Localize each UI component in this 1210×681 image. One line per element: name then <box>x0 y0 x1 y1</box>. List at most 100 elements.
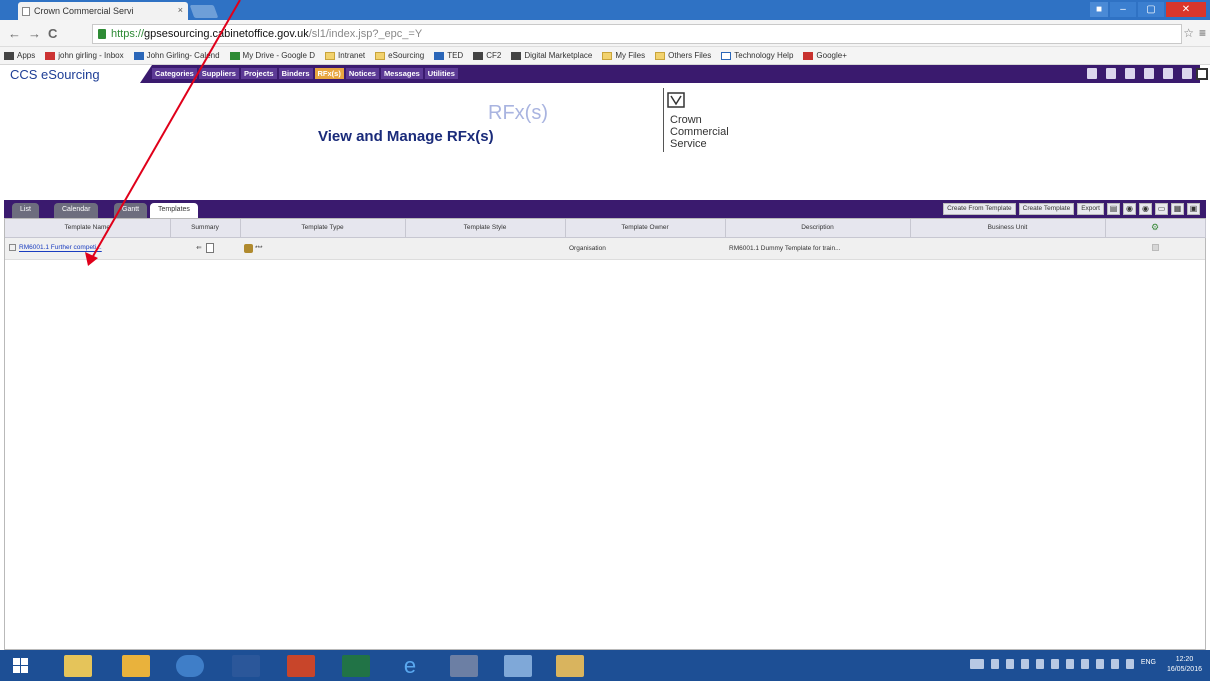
taskbar-clock[interactable]: 12:20 16/05/2016 <box>1167 655 1202 675</box>
bookmark-star-icon[interactable]: ☆ <box>1183 26 1194 40</box>
word-icon[interactable] <box>232 655 260 677</box>
create-template-button[interactable]: Create Template <box>1018 203 1075 215</box>
bookmark-digital-marketplace[interactable]: Digital Marketplace <box>511 51 592 60</box>
internet-explorer-icon[interactable]: e <box>396 655 424 677</box>
column-header-template-style[interactable]: Template Style <box>405 219 566 238</box>
column-header-template-owner[interactable]: Template Owner <box>565 219 726 238</box>
file-explorer-icon[interactable] <box>64 655 92 677</box>
bookmark-others-files[interactable]: Others Files <box>655 51 711 60</box>
export-button[interactable]: Export <box>1077 203 1104 215</box>
forward-arrow-icon[interactable]: → <box>28 26 41 41</box>
close-window-button[interactable]: ✕ <box>1166 2 1206 17</box>
address-row: ← → C https://gpsesourcing.cabinetoffice… <box>0 20 1210 47</box>
search-icon[interactable] <box>1087 68 1097 79</box>
bookmark-technology-help[interactable]: Technology Help <box>721 51 793 60</box>
bookmark-apps[interactable]: Apps <box>4 51 35 60</box>
cf2-icon <box>473 51 484 60</box>
new-tab-button[interactable] <box>189 5 219 18</box>
nav-utilities[interactable]: Utilities <box>424 68 458 79</box>
excel-icon[interactable] <box>342 655 370 677</box>
mail-icon[interactable] <box>1106 68 1116 79</box>
column-header-business-unit[interactable]: Business Unit <box>910 219 1106 238</box>
bookmark-calendar[interactable]: John Girling- Calend <box>133 51 220 60</box>
close-tab-icon[interactable]: × <box>178 5 183 15</box>
maximize-button[interactable]: ▢ <box>1138 2 1164 17</box>
row-expand-icon[interactable] <box>9 244 16 252</box>
template-name-link[interactable]: RM6001.1 Further competi... <box>19 245 102 252</box>
app-icon[interactable] <box>450 655 478 677</box>
back-arrow-icon[interactable]: ← <box>8 26 21 41</box>
window-icon[interactable] <box>1163 68 1173 79</box>
nav-messages[interactable]: Messages <box>380 68 423 79</box>
browser-menu-icon[interactable]: ≡ <box>1199 26 1206 40</box>
document-icon[interactable] <box>1125 68 1135 79</box>
binoculars-search-icon[interactable]: ◉ <box>1123 203 1136 215</box>
list-icon[interactable] <box>1144 68 1154 79</box>
nav-projects[interactable]: Projects <box>240 68 277 79</box>
tray-app-icon[interactable] <box>1050 659 1059 669</box>
tab-list[interactable]: List <box>12 203 39 218</box>
input-language[interactable]: ENG <box>1141 659 1156 669</box>
notepad-icon[interactable] <box>504 655 532 677</box>
address-bar[interactable]: https://gpsesourcing.cabinetoffice.gov.u… <box>92 24 1182 44</box>
print-icon[interactable]: ▣ <box>1187 203 1200 215</box>
tab-gantt[interactable]: Gantt <box>114 203 148 218</box>
binoculars-clear-icon[interactable]: ◉ <box>1139 203 1152 215</box>
volume-icon[interactable] <box>1125 659 1134 669</box>
store-icon[interactable] <box>122 655 150 677</box>
brand-logo[interactable]: CCS eSourcing <box>10 67 100 82</box>
marketplace-icon <box>511 51 522 60</box>
table-row[interactable]: RM6001.1 Further competi... ⇐ *** Organi… <box>5 237 1205 260</box>
bookmark-label: Intranet <box>338 51 366 60</box>
column-header-template-name[interactable]: Template Name <box>5 219 171 238</box>
reload-icon[interactable]: C <box>48 26 57 41</box>
folder-app-icon[interactable] <box>556 655 584 677</box>
browser-tab[interactable]: Crown Commercial Servi × <box>18 2 188 20</box>
nav-rfxs[interactable]: RFx(s) <box>314 68 344 79</box>
bookmark-inbox[interactable]: john girling - Inbox <box>45 51 124 60</box>
columns-icon[interactable]: ▭ <box>1155 203 1168 215</box>
bookmark-label: My Drive - Google D <box>242 51 316 60</box>
create-from-template-button[interactable]: Create From Template <box>943 203 1016 215</box>
bookmark-cf2[interactable]: CF2 <box>473 51 501 60</box>
delete-icon[interactable]: ▤ <box>1107 203 1120 215</box>
network-icon[interactable] <box>1110 659 1119 669</box>
nav-notices[interactable]: Notices <box>345 68 379 79</box>
tab-calendar[interactable]: Calendar <box>54 203 99 218</box>
tab-templates[interactable]: Templates <box>150 203 198 218</box>
summary-document-icon[interactable] <box>205 243 214 253</box>
column-header-settings[interactable]: ⚙ <box>1105 219 1206 238</box>
nav-suppliers[interactable]: Suppliers <box>198 68 239 79</box>
expand-panel-icon[interactable] <box>1196 68 1208 80</box>
battery-icon[interactable] <box>1095 659 1104 669</box>
view-tab-strip: List Calendar Gantt Templates Create Fro… <box>4 200 1206 218</box>
bookmark-drive[interactable]: My Drive - Google D <box>229 51 316 60</box>
column-header-description[interactable]: Description <box>725 219 911 238</box>
user-profile-icon[interactable]: ■ <box>1090 2 1108 17</box>
powerpoint-icon[interactable] <box>287 655 315 677</box>
keyboard-icon[interactable] <box>969 659 984 669</box>
minimize-button[interactable]: – <box>1110 2 1136 17</box>
start-button[interactable] <box>8 655 38 677</box>
layout-icon[interactable]: ▦ <box>1171 203 1184 215</box>
tray-app-icon[interactable] <box>1005 659 1014 669</box>
tray-app-icon[interactable] <box>1080 659 1089 669</box>
tray-app-icon[interactable] <box>1035 659 1044 669</box>
nav-categories[interactable]: Categories <box>152 68 197 79</box>
bookmark-my-files[interactable]: My Files <box>602 51 645 60</box>
summary-arrow-icon[interactable]: ⇐ <box>196 245 201 252</box>
column-header-template-type[interactable]: Template Type <box>240 219 406 238</box>
bookmark-intranet[interactable]: Intranet <box>325 51 365 60</box>
nav-binders[interactable]: Binders <box>278 68 313 79</box>
row-checkbox[interactable] <box>1151 243 1159 251</box>
bookmark-google-plus[interactable]: Google+ <box>803 51 847 60</box>
bookmark-esourcing[interactable]: eSourcing <box>375 51 424 60</box>
clipboard-icon[interactable] <box>1182 68 1192 79</box>
chrome-icon[interactable] <box>176 655 204 677</box>
column-header-summary[interactable]: Summary <box>170 219 241 238</box>
tray-app-icon[interactable] <box>1065 659 1074 669</box>
bookmark-ted[interactable]: TED <box>434 51 463 60</box>
tray-app-icon[interactable] <box>1020 659 1029 669</box>
tray-app-icon[interactable] <box>990 659 999 669</box>
folder-icon <box>325 51 336 60</box>
